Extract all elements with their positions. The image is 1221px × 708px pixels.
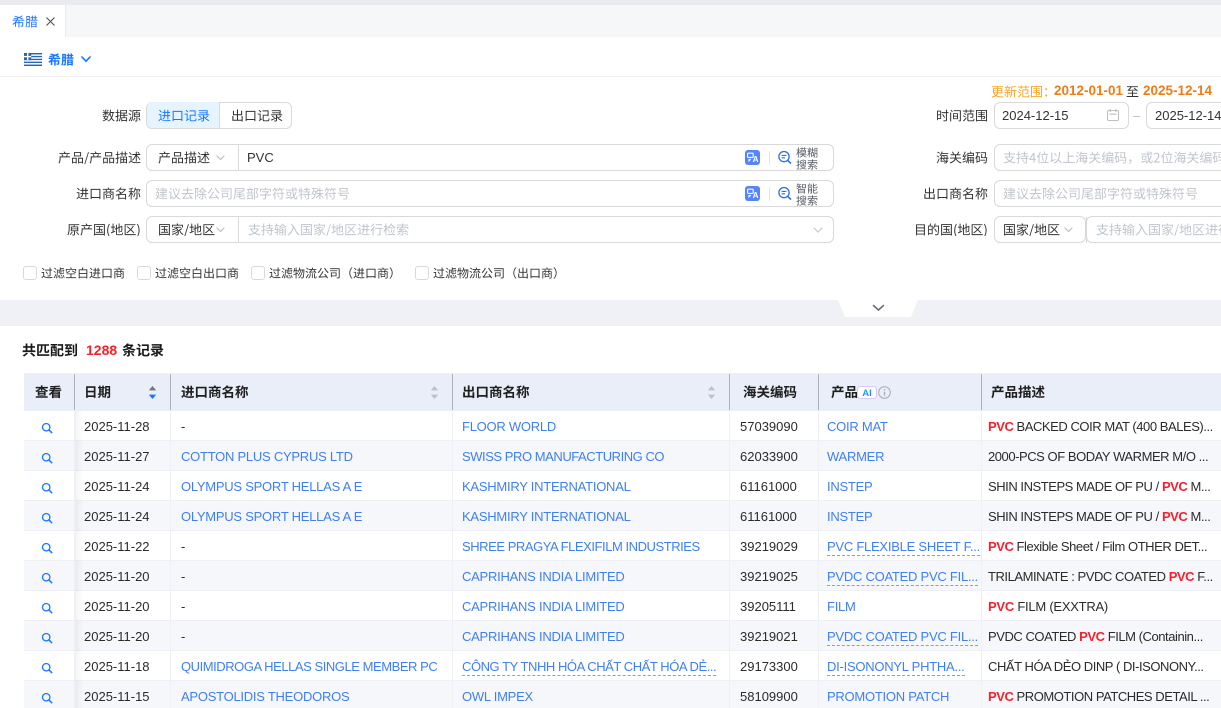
svg-text:AI: AI xyxy=(862,388,872,399)
svg-text:A: A xyxy=(753,191,759,200)
svg-text:A: A xyxy=(753,155,759,164)
